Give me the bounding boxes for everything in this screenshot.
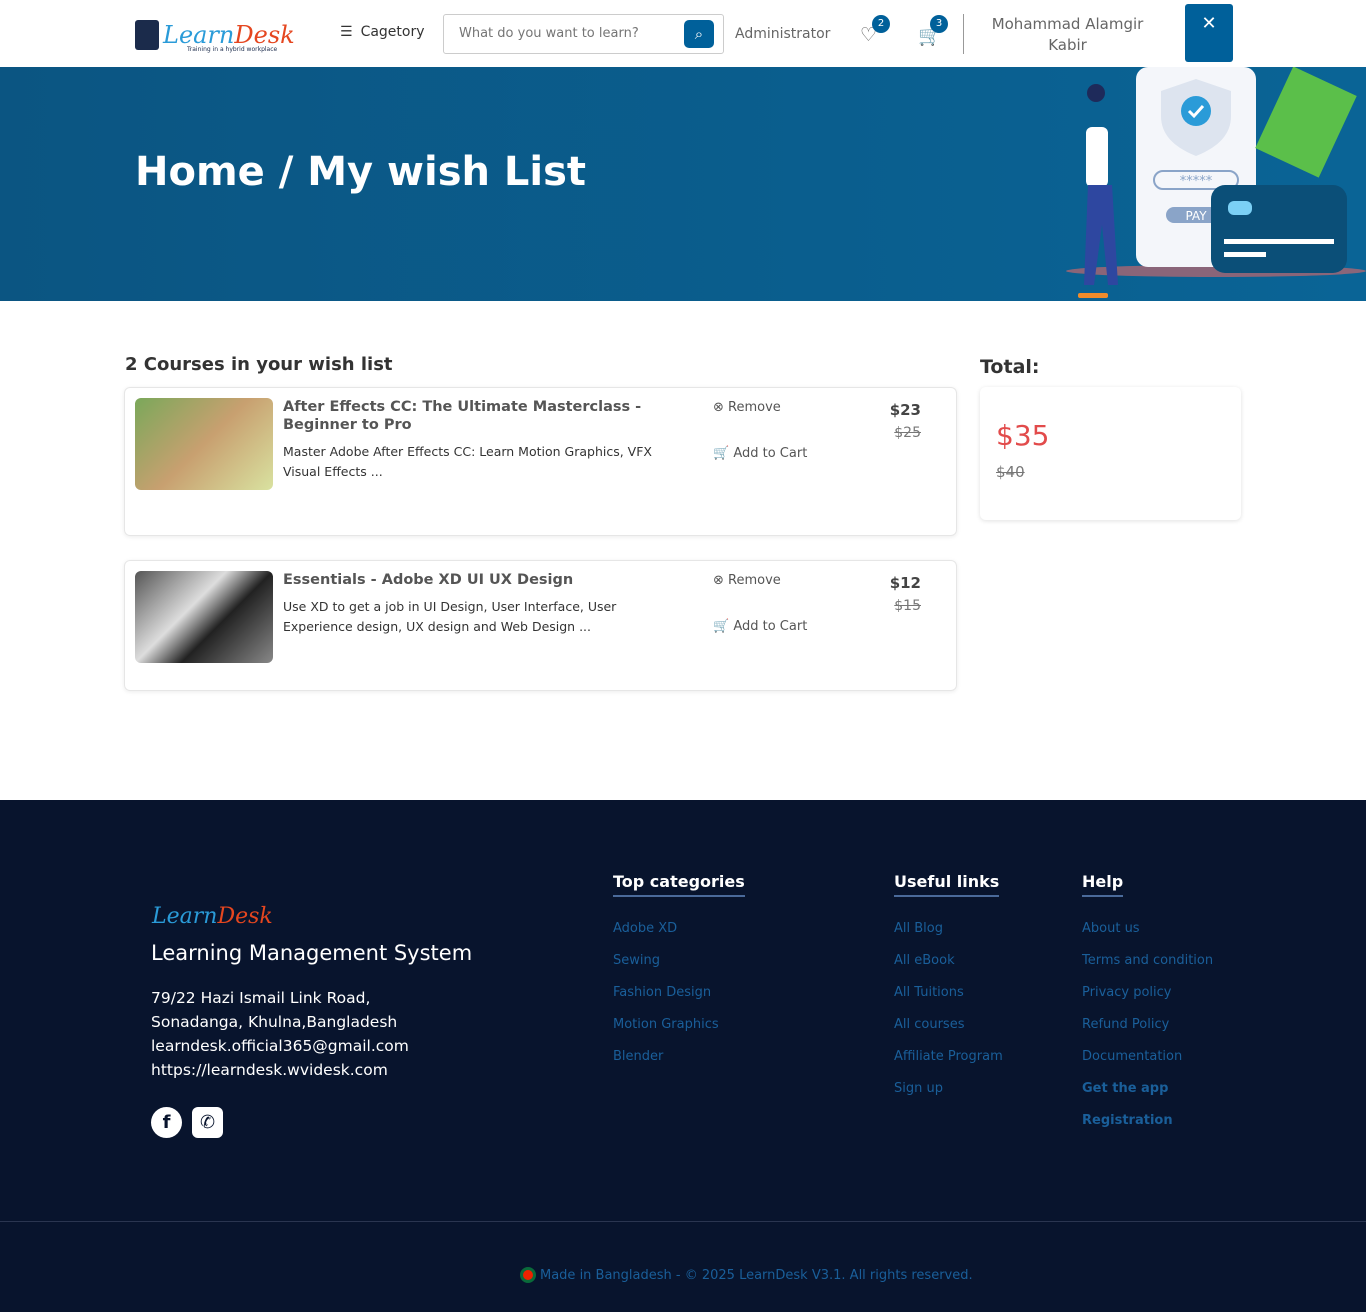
footer-logo-text: Learn — [152, 904, 218, 929]
category-menu-button[interactable]: ☰ Cagetory — [340, 24, 425, 40]
footer-link[interactable]: All Blog — [894, 921, 1003, 939]
wishlist-heading: 2 Courses in your wish list — [125, 354, 393, 375]
total-old-price: $40 — [996, 463, 1025, 481]
cart-count-badge: 3 — [930, 15, 948, 33]
close-button[interactable]: ✕ — [1185, 4, 1233, 62]
divider — [963, 14, 964, 54]
course-title[interactable]: After Effects CC: The Ultimate Mastercla… — [283, 398, 703, 434]
page-title: Home / My wish List — [135, 149, 587, 195]
remove-button[interactable]: ⊗ Remove — [713, 573, 781, 588]
search-box: ⌕ — [443, 14, 724, 54]
course-old-price: $25 — [894, 425, 921, 441]
footer-divider — [0, 1221, 1366, 1222]
logo[interactable]: LearnDesk Training in a hybrid workplace — [135, 20, 295, 53]
add-to-cart-label: Add to Cart — [733, 446, 808, 461]
remove-icon: ⊗ — [713, 573, 724, 588]
bangladesh-flag-icon — [520, 1267, 536, 1283]
footer-contact: 79/22 Hazi Ismail Link Road, Sonadanga, … — [151, 986, 461, 1082]
add-to-cart-button[interactable]: 🛒 Add to Cart — [713, 619, 807, 634]
wishlist-item: Essentials - Adobe XD UI UX Design Use X… — [124, 560, 957, 691]
course-description: Use XD to get a job in UI Design, User I… — [283, 599, 617, 634]
footer-link[interactable]: Adobe XD — [613, 921, 745, 939]
course-price: $23 — [889, 401, 921, 419]
search-button[interactable]: ⌕ — [684, 20, 714, 48]
total-card: $35 $40 — [980, 387, 1241, 520]
logo-cap-icon — [135, 20, 159, 50]
search-input[interactable] — [459, 26, 679, 41]
footer-col-help: Help About us Terms and condition Privac… — [1082, 872, 1213, 1131]
administrator-link[interactable]: Administrator — [735, 26, 830, 42]
user-name[interactable]: Mohammad Alamgir Kabir — [985, 14, 1150, 56]
footer-link[interactable]: Blender — [613, 1049, 745, 1067]
remove-label: Remove — [728, 573, 781, 588]
remove-icon: ⊗ — [713, 400, 724, 415]
illustration-password: ***** — [1180, 174, 1213, 189]
course-price: $12 — [889, 574, 921, 592]
add-to-cart-button[interactable]: 🛒 Add to Cart — [713, 446, 807, 461]
footer-link[interactable]: Sewing — [613, 953, 745, 971]
total-heading: Total: — [980, 356, 1040, 378]
logo-text-b: Desk — [234, 21, 295, 49]
footer-link[interactable]: Sign up — [894, 1081, 1003, 1099]
hamburger-icon: ☰ — [340, 24, 353, 40]
footer-link[interactable]: Refund Policy — [1082, 1017, 1213, 1035]
copyright: Made in Bangladesh - © 2025 LearnDesk V3… — [520, 1267, 973, 1283]
close-icon: ✕ — [1201, 13, 1217, 34]
copyright-text: Made in Bangladesh - © 2025 LearnDesk V3… — [540, 1267, 973, 1283]
hero-banner: Home / My wish List ***** PAY — [0, 67, 1366, 301]
wishlist-button[interactable]: ♡ 2 — [860, 15, 890, 46]
logo-text: Learn — [163, 21, 235, 49]
cart-button[interactable]: 🛒 3 — [918, 15, 948, 47]
search-icon: ⌕ — [694, 25, 704, 43]
footer-link[interactable]: Registration — [1082, 1113, 1213, 1131]
footer-col-top-categories: Top categories Adobe XD Sewing Fashion D… — [613, 872, 745, 1067]
footer-link[interactable]: Affiliate Program — [894, 1049, 1003, 1067]
footer-col-useful-links: Useful links All Blog All eBook All Tuit… — [894, 872, 1003, 1099]
footer-link[interactable]: Terms and condition — [1082, 953, 1213, 971]
footer-link[interactable]: All eBook — [894, 953, 1003, 971]
remove-button[interactable]: ⊗ Remove — [713, 400, 781, 415]
footer-link[interactable]: Fashion Design — [613, 985, 745, 1003]
course-old-price: $15 — [894, 598, 921, 614]
add-to-cart-label: Add to Cart — [733, 619, 808, 634]
illustration-pay: PAY — [1185, 209, 1207, 223]
footer-logo[interactable]: LearnDesk — [152, 904, 273, 929]
whatsapp-icon[interactable]: ✆ — [192, 1107, 223, 1138]
category-label: Cagetory — [360, 24, 425, 40]
footer-link[interactable]: Motion Graphics — [613, 1017, 745, 1035]
footer-col-title: Top categories — [613, 872, 745, 897]
footer-link[interactable]: About us — [1082, 921, 1213, 939]
footer-title: Learning Management System — [151, 941, 473, 965]
payment-illustration: ***** PAY — [1066, 67, 1366, 298]
facebook-icon[interactable]: f — [151, 1107, 182, 1138]
footer: LearnDesk Learning Management System 79/… — [0, 800, 1366, 1312]
footer-link[interactable]: Get the app — [1082, 1081, 1213, 1099]
footer-address: 79/22 Hazi Ismail Link Road, Sonadanga, … — [151, 989, 398, 1031]
wishlist-item: After Effects CC: The Ultimate Mastercla… — [124, 387, 957, 536]
footer-col-title: Useful links — [894, 872, 1000, 897]
wishlist-count-badge: 2 — [872, 15, 890, 33]
footer-website[interactable]: https://learndesk.wvidesk.com — [151, 1058, 461, 1082]
footer-link[interactable]: All Tuitions — [894, 985, 1003, 1003]
course-title[interactable]: Essentials - Adobe XD UI UX Design — [283, 571, 703, 589]
footer-email[interactable]: learndesk.official365@gmail.com — [151, 1034, 461, 1058]
footer-col-title: Help — [1082, 872, 1124, 897]
remove-label: Remove — [728, 400, 781, 415]
cart-icon: 🛒 — [713, 619, 730, 634]
cart-icon: 🛒 — [713, 446, 730, 461]
top-header: LearnDesk Training in a hybrid workplace… — [0, 0, 1366, 67]
course-description: Master Adobe After Effects CC: Learn Mot… — [283, 444, 652, 479]
footer-link[interactable]: All courses — [894, 1017, 1003, 1035]
total-price: $35 — [996, 419, 1050, 452]
footer-link[interactable]: Documentation — [1082, 1049, 1213, 1067]
footer-logo-text-b: Desk — [217, 904, 273, 929]
course-thumbnail[interactable] — [135, 398, 273, 490]
logo-tagline: Training in a hybrid workplace — [187, 46, 278, 53]
course-thumbnail[interactable] — [135, 571, 273, 663]
footer-link[interactable]: Privacy policy — [1082, 985, 1213, 1003]
